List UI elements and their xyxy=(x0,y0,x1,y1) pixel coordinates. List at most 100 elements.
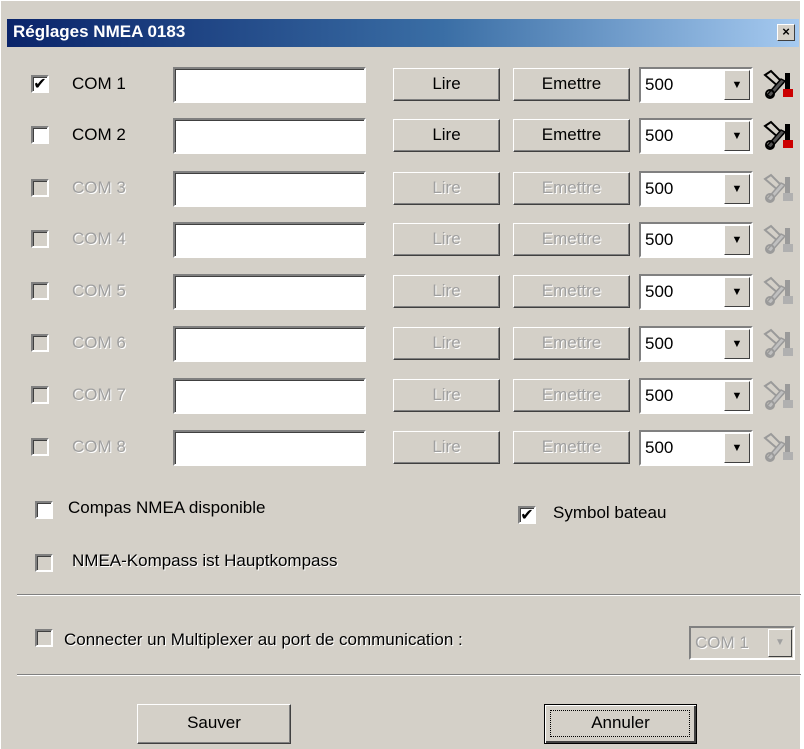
rate-select[interactable]: 500 ▼ xyxy=(639,171,753,207)
port-name-field[interactable] xyxy=(173,118,366,154)
port-row: COM 7 Lire Emettre 500 ▼ xyxy=(1,374,801,418)
multiplexer-checkbox[interactable] xyxy=(35,629,53,647)
rate-select[interactable]: 500 ▼ xyxy=(639,222,753,258)
send-button[interactable]: Emettre xyxy=(513,172,630,205)
chevron-down-icon[interactable]: ▼ xyxy=(724,174,750,204)
read-button[interactable]: Lire xyxy=(393,68,500,101)
close-button[interactable]: × xyxy=(777,24,795,41)
compass-available-label: Compas NMEA disponible xyxy=(68,498,266,517)
port-row: COM 4 Lire Emettre 500 ▼ xyxy=(1,218,801,262)
rate-value: 500 xyxy=(645,438,674,457)
rate-value: 500 xyxy=(645,126,674,145)
tools-icon[interactable] xyxy=(761,224,795,256)
port-name-field[interactable] xyxy=(173,274,366,310)
tools-icon[interactable] xyxy=(761,432,795,464)
port-checkbox[interactable] xyxy=(31,334,49,352)
main-compass-checkbox[interactable] xyxy=(35,554,53,572)
close-icon: × xyxy=(782,24,790,39)
send-button[interactable]: Emettre xyxy=(513,431,630,464)
multiplexer-port-select[interactable]: COM 1 ▼ xyxy=(689,626,795,660)
port-name-field[interactable] xyxy=(173,67,366,103)
read-button[interactable]: Lire xyxy=(393,223,500,256)
port-name-field[interactable] xyxy=(173,222,366,258)
save-button-label: Sauver xyxy=(187,713,241,732)
boat-symbol-label: Symbol bateau xyxy=(553,503,667,522)
rate-value: 500 xyxy=(645,282,674,301)
rate-select[interactable]: 500 ▼ xyxy=(639,326,753,362)
port-checkbox[interactable] xyxy=(31,282,49,300)
tools-icon[interactable] xyxy=(761,276,795,308)
tools-icon[interactable] xyxy=(761,173,795,205)
send-button[interactable]: Emettre xyxy=(513,327,630,360)
chevron-down-icon[interactable]: ▼ xyxy=(724,329,750,359)
title-bar[interactable]: Réglages NMEA 0183 × xyxy=(7,19,799,47)
rate-select[interactable]: 500 ▼ xyxy=(639,67,753,103)
port-name-field[interactable] xyxy=(173,171,366,207)
chevron-down-icon[interactable]: ▼ xyxy=(724,121,750,151)
save-button[interactable]: Sauver xyxy=(137,704,291,744)
send-button[interactable]: Emettre xyxy=(513,275,630,308)
port-label: COM 6 xyxy=(72,333,126,352)
port-label: COM 2 xyxy=(72,125,126,144)
boat-symbol-checkbox[interactable]: ✔ xyxy=(518,506,536,524)
port-label: COM 7 xyxy=(72,385,126,404)
send-button[interactable]: Emettre xyxy=(513,68,630,101)
compass-available-checkbox[interactable] xyxy=(35,501,53,519)
rate-select[interactable]: 500 ▼ xyxy=(639,118,753,154)
multiplexer-label: Connecter un Multiplexer au port de comm… xyxy=(64,630,463,649)
tools-icon[interactable] xyxy=(761,69,795,101)
rate-select[interactable]: 500 ▼ xyxy=(639,274,753,310)
multiplexer-port-value: COM 1 xyxy=(695,633,749,652)
read-button[interactable]: Lire xyxy=(393,379,500,412)
read-button[interactable]: Lire xyxy=(393,172,500,205)
nmea-settings-dialog: Réglages NMEA 0183 × ✔ COM 1 Lire Emettre 50… xyxy=(0,0,801,749)
port-label: COM 3 xyxy=(72,178,126,197)
main-compass-label: NMEA-Kompass ist Hauptkompass xyxy=(72,551,338,570)
tools-icon[interactable] xyxy=(761,380,795,412)
port-row: COM 6 Lire Emettre 500 ▼ xyxy=(1,322,801,366)
port-label: COM 5 xyxy=(72,281,126,300)
port-row: COM 2 Lire Emettre 500 ▼ xyxy=(1,114,801,158)
dialog-title: Réglages NMEA 0183 xyxy=(13,22,186,41)
chevron-down-icon[interactable]: ▼ xyxy=(768,629,792,657)
port-checkbox[interactable] xyxy=(31,230,49,248)
port-checkbox[interactable] xyxy=(31,386,49,404)
read-button[interactable]: Lire xyxy=(393,275,500,308)
read-button[interactable]: Lire xyxy=(393,431,500,464)
port-checkbox[interactable]: ✔ xyxy=(31,75,49,93)
chevron-down-icon[interactable]: ▼ xyxy=(724,277,750,307)
port-checkbox[interactable] xyxy=(31,438,49,456)
chevron-down-icon[interactable]: ▼ xyxy=(724,381,750,411)
rate-select[interactable]: 500 ▼ xyxy=(639,430,753,466)
port-checkbox[interactable] xyxy=(31,126,49,144)
chevron-down-icon[interactable]: ▼ xyxy=(724,70,750,100)
port-name-field[interactable] xyxy=(173,430,366,466)
port-label: COM 1 xyxy=(72,74,126,93)
port-name-field[interactable] xyxy=(173,326,366,362)
read-button[interactable]: Lire xyxy=(393,119,500,152)
rate-value: 500 xyxy=(645,386,674,405)
rate-value: 500 xyxy=(645,179,674,198)
port-label: COM 4 xyxy=(72,229,126,248)
port-row: COM 5 Lire Emettre 500 ▼ xyxy=(1,270,801,314)
chevron-down-icon[interactable]: ▼ xyxy=(724,225,750,255)
port-row: COM 8 Lire Emettre 500 ▼ xyxy=(1,426,801,470)
port-label: COM 8 xyxy=(72,437,126,456)
rate-value: 500 xyxy=(645,75,674,94)
separator xyxy=(17,594,801,596)
rate-value: 500 xyxy=(645,230,674,249)
tools-icon[interactable] xyxy=(761,328,795,360)
port-row: ✔ COM 1 Lire Emettre 500 ▼ xyxy=(1,63,801,107)
send-button[interactable]: Emettre xyxy=(513,223,630,256)
send-button[interactable]: Emettre xyxy=(513,379,630,412)
read-button[interactable]: Lire xyxy=(393,327,500,360)
tools-icon[interactable] xyxy=(761,120,795,152)
rate-value: 500 xyxy=(645,334,674,353)
focus-rectangle xyxy=(550,710,690,737)
port-name-field[interactable] xyxy=(173,378,366,414)
cancel-button[interactable]: Annuler xyxy=(544,704,697,744)
send-button[interactable]: Emettre xyxy=(513,119,630,152)
port-checkbox[interactable] xyxy=(31,179,49,197)
chevron-down-icon[interactable]: ▼ xyxy=(724,433,750,463)
rate-select[interactable]: 500 ▼ xyxy=(639,378,753,414)
